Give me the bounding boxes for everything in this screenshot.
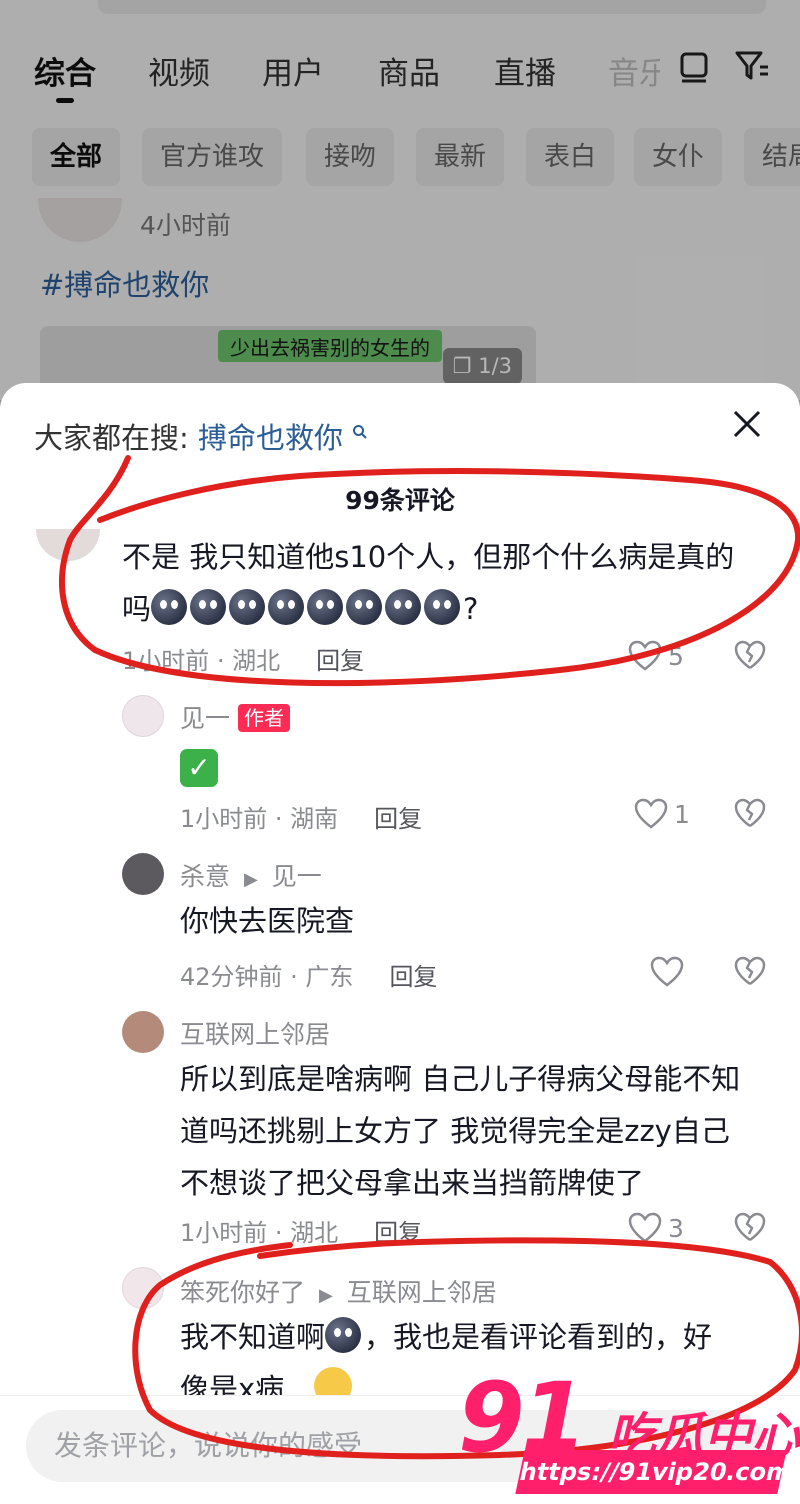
comment-line-prefix: 吗	[122, 592, 152, 626]
comment-text: 不是 我只知道他s10个人，但那个什么病是真的 吗?	[122, 531, 782, 635]
comment-line: 所以到底是啥病啊 自己儿子得病父母能不知	[180, 1062, 741, 1096]
comment-meta: 42分钟前 · 广东 回复	[180, 957, 437, 992]
avatar[interactable]	[122, 1267, 164, 1309]
comment-line: 不想谈了把父母拿出来当挡箭牌使了	[180, 1166, 645, 1200]
comment-meta: 1小时前 · 湖北 回复	[122, 641, 364, 676]
heart-icon[interactable]	[650, 956, 684, 988]
comment-line: 不是 我只知道他s10个人，但那个什么病是真的	[122, 540, 735, 574]
avatar[interactable]	[122, 1011, 164, 1053]
emoji-face-icon	[151, 589, 188, 625]
check-mark-icon: ✓	[180, 749, 218, 787]
author-name[interactable]: 见一	[180, 704, 230, 733]
author-badge: 作者	[238, 704, 291, 732]
comment-time-location: 1小时前 · 湖北	[180, 1219, 339, 1247]
hot-search-label: 大家都在搜:	[34, 421, 189, 455]
comment-meta: 1小时前 · 湖北 回复	[180, 1213, 422, 1248]
hot-search-keyword[interactable]: 搏命也救你	[198, 421, 343, 455]
comment-author[interactable]: 杀意 ▶ 见一	[180, 857, 322, 893]
emoji-face-icon	[307, 589, 344, 625]
reply-button[interactable]: 回复	[374, 805, 422, 833]
emoji-face-icon	[346, 589, 383, 625]
like-count: 5	[668, 641, 684, 671]
reply-button[interactable]: 回复	[316, 647, 364, 675]
comment-author[interactable]: 见一 作者	[180, 699, 291, 735]
reply-button[interactable]: 回复	[374, 1219, 422, 1247]
emoji-face-icon	[190, 589, 227, 625]
reply-arrow-icon: ▶	[318, 1285, 333, 1306]
watermark-url: https://91vip20.com	[515, 1450, 794, 1494]
dislike-icon[interactable]	[734, 1212, 766, 1244]
reply-arrow-icon: ▶	[243, 869, 258, 890]
reply-to-name[interactable]: 互联网上邻居	[347, 1278, 497, 1307]
dislike-icon[interactable]	[734, 640, 766, 672]
comment-line-prefix: 我不知道啊	[180, 1320, 326, 1354]
avatar[interactable]	[36, 529, 100, 561]
heart-icon	[628, 1212, 662, 1243]
dislike-icon[interactable]	[734, 956, 766, 988]
like-button[interactable]: 1	[634, 797, 690, 831]
emoji-face-icon	[385, 589, 422, 625]
comment-time-location: 42分钟前 · 广东	[180, 963, 354, 991]
comment-author[interactable]: 笨死你好了 ▶ 互联网上邻居	[180, 1273, 497, 1309]
comment-text: 所以到底是啥病啊 自己儿子得病父母能不知 道吗还挑剔上女方了 我觉得完全是zzy…	[180, 1053, 780, 1209]
author-name[interactable]: 杀意	[180, 862, 230, 891]
close-icon[interactable]	[730, 407, 764, 441]
comment-line: 吗?	[122, 583, 782, 635]
comment-author[interactable]: 互联网上邻居	[180, 1015, 330, 1051]
search-results-page: 综合 视频 用户 商品 直播 音乐 全部 官方谁攻 接吻 最新 表白 女仆 结局…	[0, 0, 800, 400]
comment-line: 道吗还挑剔上女方了 我觉得完全是zzy自己	[180, 1114, 730, 1148]
comment-count: 99条评论	[345, 486, 455, 515]
emoji-face-icon	[229, 589, 266, 625]
like-button[interactable]: 3	[628, 1211, 684, 1245]
comment-line-suffix: ，我也是看评论看到的，好	[364, 1320, 713, 1354]
heart-icon	[628, 640, 662, 671]
reply-button[interactable]: 回复	[389, 963, 437, 991]
watermark: 91 吃瓜中心 https://91vip20.com	[458, 1362, 800, 1504]
avatar[interactable]	[122, 853, 164, 895]
comment-sheet: 大家都在搜: 搏命也救你 99条评论 不是 我只知道他s10个人，但那个什么病是…	[0, 383, 800, 1504]
search-icon	[353, 425, 367, 439]
like-count: 3	[668, 1213, 684, 1243]
comment-line: 我不知道啊 ，我也是看评论看到的，好	[180, 1311, 780, 1363]
emoji-face-icon	[325, 1317, 362, 1353]
comment-text: 你快去医院查	[180, 904, 355, 938]
dim-overlay[interactable]	[0, 0, 800, 400]
heart-icon	[634, 798, 668, 829]
comment-line-suffix: ?	[463, 592, 479, 626]
avatar[interactable]	[122, 695, 164, 737]
author-name[interactable]: 笨死你好了	[180, 1278, 305, 1307]
reply-to-name[interactable]: 见一	[272, 862, 322, 891]
emoji-face-icon	[268, 589, 305, 625]
dislike-icon[interactable]	[734, 798, 766, 830]
comment-meta: 1小时前 · 湖南 回复	[180, 799, 422, 834]
hot-search[interactable]: 大家都在搜: 搏命也救你	[34, 415, 368, 457]
comment-time-location: 1小时前 · 湖南	[180, 805, 339, 833]
comment-time-location: 1小时前 · 湖北	[122, 647, 281, 675]
like-button[interactable]: 5	[628, 639, 684, 673]
emoji-face-icon	[424, 589, 461, 625]
comment-text: ✓	[180, 741, 218, 793]
like-count: 1	[674, 799, 690, 829]
